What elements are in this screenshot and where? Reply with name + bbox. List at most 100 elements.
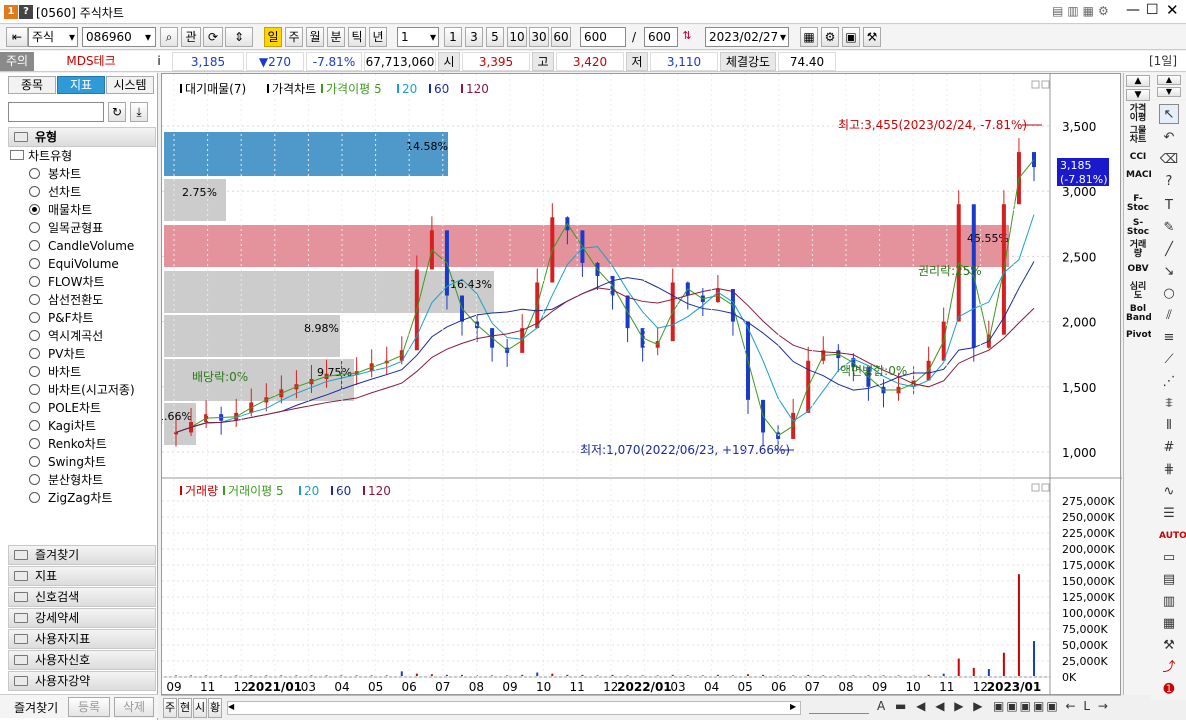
undo-icon[interactable]: ↶	[1159, 128, 1179, 148]
tools-icon[interactable]: ⚒	[863, 27, 881, 47]
chart-type-radio[interactable]	[29, 168, 40, 179]
chart-type-radio[interactable]	[29, 222, 40, 233]
indicator-shortcut[interactable]: CCI	[1126, 153, 1150, 162]
tab-indicators[interactable]: 지표	[57, 76, 105, 94]
chart-type-item[interactable]: CandleVolume	[48, 237, 134, 255]
chart-type-radio[interactable]	[29, 492, 40, 503]
chart-type-item[interactable]: EquiVolume	[48, 255, 119, 273]
chart-type-item[interactable]: 봉차트	[48, 165, 81, 183]
bottom-tab-4[interactable]: 황	[208, 698, 222, 718]
chart-type-radio[interactable]	[29, 402, 40, 413]
sidebar-section[interactable]: 신호검색	[8, 587, 156, 607]
chart-area[interactable]: 3,500 3,000 2,500 2,000 1,500 1,000 14.58% 2.75…	[157, 73, 1122, 696]
delete-button[interactable]: 삭제	[114, 697, 154, 717]
period-year[interactable]: 년	[369, 27, 387, 47]
chart-type-item[interactable]: FLOW차트	[48, 273, 105, 291]
min-60-button[interactable]: 60	[551, 27, 571, 47]
bottom-tab-1[interactable]: 주	[163, 698, 177, 718]
chart-type-radio[interactable]	[29, 312, 40, 323]
chart-type-item[interactable]: Swing차트	[48, 453, 106, 471]
horizontal-scrollbar[interactable]: ◀ ▶	[227, 701, 801, 715]
chart-type-radio[interactable]	[29, 294, 40, 305]
watch-button[interactable]: 관	[181, 27, 201, 47]
chart-type-radio[interactable]	[29, 366, 40, 377]
window-icon[interactable]: ▭	[1159, 548, 1179, 568]
market-select[interactable]: 주식 ▾	[28, 27, 78, 47]
period-minute[interactable]: 분	[327, 27, 345, 47]
chart-type-item[interactable]: 선차트	[48, 183, 81, 201]
period-week[interactable]: 주	[285, 27, 303, 47]
cursor-icon[interactable]: ↖	[1159, 104, 1179, 124]
level-icon[interactable]: ☰	[1159, 504, 1179, 524]
chart-type-radio[interactable]	[29, 330, 40, 341]
stock-info-icon[interactable]: i	[150, 52, 168, 71]
bottom-tab-2[interactable]: 현	[178, 698, 192, 718]
indicator-shortcut[interactable]: 심리도	[1126, 283, 1150, 301]
chart-type-radio[interactable]	[29, 276, 40, 287]
auto-icon[interactable]: AUTO	[1159, 526, 1186, 546]
download-icon[interactable]: ⤓	[130, 102, 148, 122]
link-icon[interactable]: ⟳	[203, 27, 223, 47]
sidebar-section[interactable]: 즐겨찾기	[8, 545, 156, 565]
wave-icon[interactable]: ∿	[1159, 482, 1179, 502]
tab-stocks[interactable]: 종목	[8, 76, 56, 94]
chart-type-item[interactable]: 삼선전환도	[48, 291, 103, 309]
text-icon[interactable]: T	[1159, 196, 1179, 216]
date-input[interactable]: 2023/02/27 ▾	[705, 27, 789, 47]
window-tool-icons[interactable]: ▤▥▦⚙	[1052, 4, 1113, 18]
view-icons[interactable]: ▣▣▣▣▣ ← L →	[993, 699, 1110, 713]
table-icon[interactable]: ▦	[1159, 614, 1179, 634]
sort-icon[interactable]: ⇅	[678, 27, 696, 47]
chart-type-radio[interactable]	[29, 456, 40, 467]
chart-canvas[interactable]: 3,500 3,000 2,500 2,000 1,500 1,000 14.58% 2.75…	[157, 74, 1122, 696]
chart-type-item[interactable]: 분산형차트	[48, 471, 103, 489]
cycle-icon[interactable]: ⫴	[1159, 416, 1179, 436]
help-icon[interactable]: ?	[19, 5, 33, 19]
chart-type-item[interactable]: P&F차트	[48, 309, 94, 327]
minimize-icon[interactable]: —	[1126, 2, 1140, 18]
pitchfork-icon[interactable]: ⋕	[1159, 460, 1179, 480]
fan-icon[interactable]: ⋰	[1159, 372, 1179, 392]
navigation-icons[interactable]: A ▬ ◀ ◀ ▶ ▶	[877, 699, 986, 713]
sidebar-section[interactable]: 지표	[8, 566, 156, 586]
period-month[interactable]: 월	[306, 27, 324, 47]
line-icon[interactable]: ╱	[1159, 240, 1179, 260]
period-tick[interactable]: 틱	[348, 27, 366, 47]
chart-type-item[interactable]: 매물차트	[48, 201, 92, 219]
bottom-tab-3[interactable]: 시	[193, 698, 207, 718]
register-button[interactable]: 등록	[68, 697, 110, 717]
min-30-button[interactable]: 30	[529, 27, 549, 47]
chart-type-node[interactable]: 차트유형	[10, 147, 72, 165]
trend-icon[interactable]: ⤴	[1159, 658, 1179, 678]
help-question-icon[interactable]: ?	[1159, 172, 1179, 192]
interval-select[interactable]: 1 ▾	[397, 27, 439, 47]
pen-icon[interactable]: ✎	[1159, 218, 1179, 238]
gann-icon[interactable]: ⟋	[1159, 350, 1179, 370]
indicator-shortcut[interactable]: F-Stoc	[1126, 195, 1150, 213]
min-1-button[interactable]: 1	[444, 27, 462, 47]
chart-type-radio[interactable]	[29, 186, 40, 197]
doc-icon[interactable]: ▤	[1159, 570, 1179, 590]
first-icon[interactable]: ⇤	[6, 27, 28, 47]
sidebar-section[interactable]: 사용자지표	[8, 629, 156, 649]
settings-icon[interactable]: ⚙	[821, 27, 839, 47]
chart-type-item[interactable]: PV차트	[48, 345, 86, 363]
indicator-shortcut[interactable]: Bol Band	[1126, 305, 1152, 323]
zoom-slider[interactable]	[809, 702, 869, 714]
group-type-header[interactable]: 유형	[8, 127, 156, 147]
tab-systems[interactable]: 시스템	[106, 76, 154, 94]
indicator-shortcut[interactable]: 그물차트	[1126, 127, 1150, 145]
scroll-up-icon[interactable]: ▲	[1126, 75, 1150, 87]
chart-type-item[interactable]: Renko차트	[48, 435, 107, 453]
scroll-down-icon[interactable]: ▼	[1126, 89, 1150, 101]
grid-icon[interactable]: #	[1159, 438, 1179, 458]
close-icon[interactable]: ✕	[1166, 1, 1179, 19]
stock-name[interactable]: MDS테크	[36, 52, 146, 71]
chart-type-item[interactable]: ZigZag차트	[48, 489, 112, 507]
chart-type-radio[interactable]	[29, 348, 40, 359]
search-icon[interactable]: ⌕	[160, 27, 178, 47]
min-3-button[interactable]: 3	[465, 27, 483, 47]
tools-down-icon[interactable]: ▼	[1157, 87, 1181, 97]
chart-type-radio[interactable]	[29, 438, 40, 449]
chart-type-item[interactable]: POLE차트	[48, 399, 101, 417]
